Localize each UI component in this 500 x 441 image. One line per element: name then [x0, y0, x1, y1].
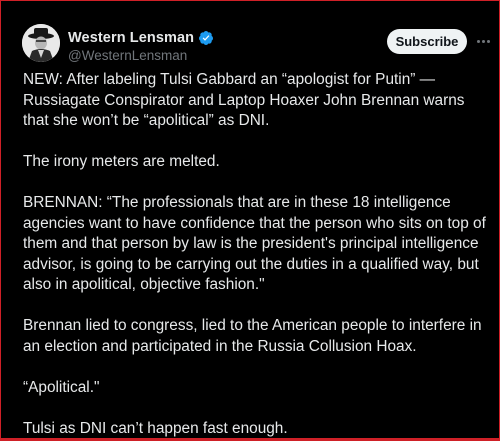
- author-name-row[interactable]: Western Lensman: [68, 28, 214, 48]
- avatar-photo-icon: [22, 24, 60, 62]
- tweet-paragraph: Tulsi as DNI can’t happen fast enough.: [23, 419, 288, 437]
- subscribe-button[interactable]: Subscribe: [387, 29, 467, 54]
- tweet-paragraph: NEW: After labeling Tulsi Gabbard an “ap…: [23, 71, 465, 129]
- more-dots-icon[interactable]: [475, 30, 491, 52]
- tweet-paragraph: BRENNAN: “The professionals that are in …: [23, 194, 486, 293]
- avatar[interactable]: [22, 24, 60, 62]
- tweet-paragraph: “Apolitical.": [23, 378, 100, 396]
- author-handle[interactable]: @WesternLensman: [68, 48, 187, 64]
- tweet-text: NEW: After labeling Tulsi Gabbard an “ap…: [23, 70, 493, 439]
- verified-badge-icon: [198, 30, 214, 46]
- tweet-paragraph: Brennan lied to congress, lied to the Am…: [23, 317, 482, 355]
- author-display-name[interactable]: Western Lensman: [68, 30, 194, 46]
- tweet-card: Western Lensman @WesternLensman Subscrib…: [0, 0, 500, 441]
- tweet-paragraph: The irony meters are melted.: [23, 153, 220, 170]
